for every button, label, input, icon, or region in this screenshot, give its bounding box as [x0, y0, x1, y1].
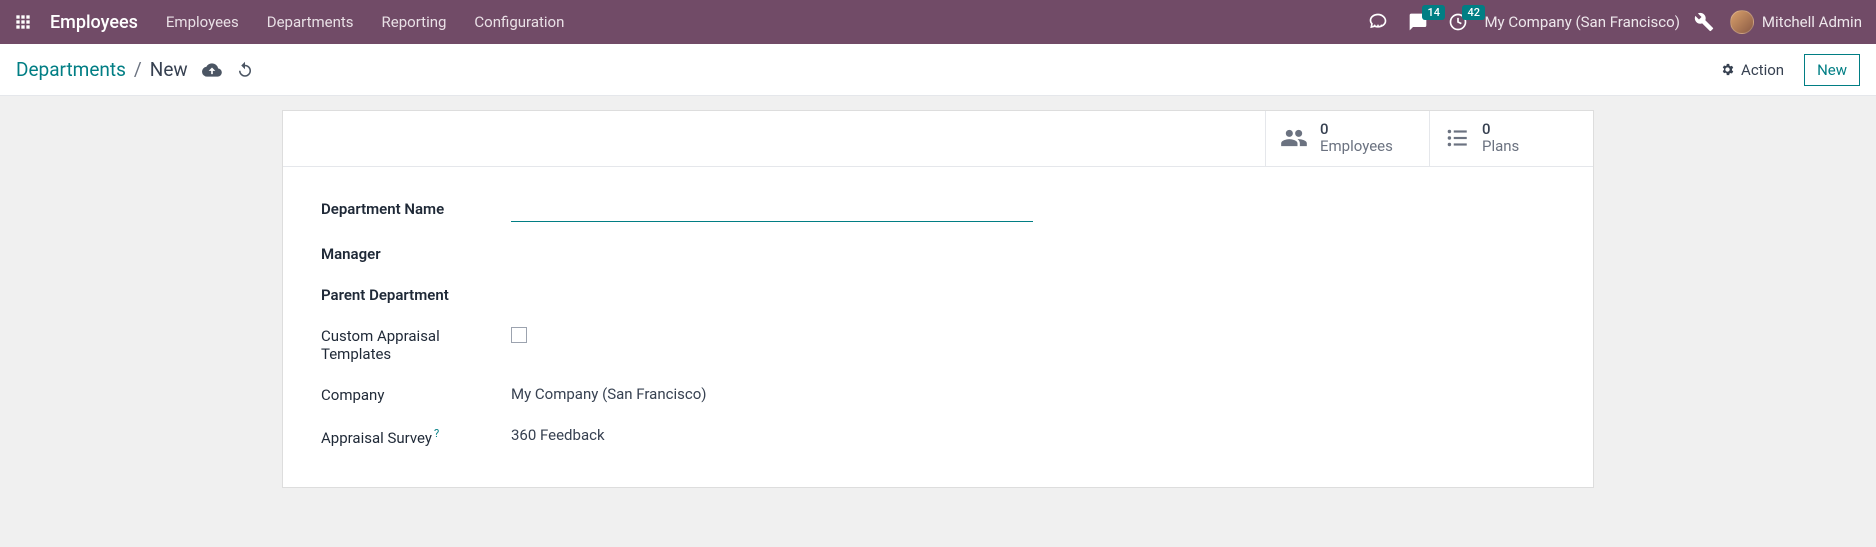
- nav-configuration[interactable]: Configuration: [474, 13, 564, 31]
- activities-badge: 42: [1462, 5, 1485, 20]
- breadcrumb-separator: /: [134, 58, 142, 81]
- stat-employees-button[interactable]: 0 Employees: [1265, 111, 1429, 166]
- company-value[interactable]: My Company (San Francisco): [511, 385, 706, 403]
- stat-plans-button[interactable]: 0 Plans: [1429, 111, 1593, 166]
- stat-employees-label: Employees: [1320, 138, 1393, 155]
- top-navbar: Employees Employees Departments Reportin…: [0, 0, 1876, 44]
- label-appraisal-survey: Appraisal Survey?: [321, 426, 511, 447]
- nav-departments[interactable]: Departments: [267, 13, 354, 31]
- stat-plans-count: 0: [1482, 121, 1519, 138]
- label-company: Company: [321, 385, 511, 404]
- action-label: Action: [1741, 61, 1784, 79]
- field-department-name: Department Name: [321, 199, 1555, 222]
- help-icon[interactable]: ?: [434, 427, 439, 440]
- nav-reporting[interactable]: Reporting: [382, 13, 447, 31]
- form-body: Department Name Manager Parent Departmen…: [283, 167, 1593, 487]
- new-button[interactable]: New: [1804, 54, 1860, 86]
- breadcrumb-root[interactable]: Departments: [16, 58, 126, 81]
- breadcrumb-current: New: [150, 58, 188, 81]
- activities-icon[interactable]: 42: [1448, 12, 1468, 32]
- username-label: Mitchell Admin: [1762, 13, 1862, 31]
- form-sheet: 0 Employees 0 Plans Department Name: [282, 110, 1594, 488]
- users-icon: [1280, 124, 1308, 152]
- appraisal-survey-value[interactable]: 360 Feedback: [511, 426, 605, 444]
- messages-badge: 14: [1422, 5, 1445, 20]
- custom-appraisal-checkbox[interactable]: [511, 327, 527, 343]
- list-icon: [1444, 125, 1470, 151]
- avatar: [1730, 10, 1754, 34]
- control-bar: Departments / New Action New: [0, 44, 1876, 96]
- debug-tools-icon[interactable]: [1694, 12, 1714, 32]
- field-company: Company My Company (San Francisco): [321, 385, 1555, 404]
- app-title[interactable]: Employees: [50, 12, 138, 33]
- stat-plans-label: Plans: [1482, 138, 1519, 155]
- nav-employees[interactable]: Employees: [166, 13, 239, 31]
- field-parent-department: Parent Department: [321, 285, 1555, 304]
- company-selector[interactable]: My Company (San Francisco): [1484, 13, 1679, 31]
- stat-employees-count: 0: [1320, 121, 1393, 138]
- field-manager: Manager: [321, 244, 1555, 263]
- main-area: 0 Employees 0 Plans Department Name: [0, 96, 1876, 488]
- messages-icon[interactable]: 14: [1408, 12, 1428, 32]
- label-manager: Manager: [321, 244, 511, 263]
- action-dropdown-button[interactable]: Action: [1710, 55, 1794, 85]
- stat-buttons-row: 0 Employees 0 Plans: [283, 111, 1593, 167]
- label-custom-appraisal: Custom Appraisal Templates: [321, 326, 511, 363]
- field-custom-appraisal: Custom Appraisal Templates: [321, 326, 1555, 363]
- user-menu[interactable]: Mitchell Admin: [1730, 10, 1862, 34]
- apps-menu-icon[interactable]: [14, 13, 32, 31]
- gear-icon: [1720, 62, 1735, 77]
- voip-icon[interactable]: [1368, 12, 1388, 32]
- breadcrumb: Departments / New: [16, 58, 254, 81]
- field-appraisal-survey: Appraisal Survey? 360 Feedback: [321, 426, 1555, 447]
- label-parent-department: Parent Department: [321, 285, 511, 304]
- save-cloud-icon[interactable]: [202, 60, 222, 80]
- department-name-input[interactable]: [511, 199, 1033, 222]
- discard-icon[interactable]: [236, 61, 254, 79]
- label-department-name: Department Name: [321, 199, 511, 218]
